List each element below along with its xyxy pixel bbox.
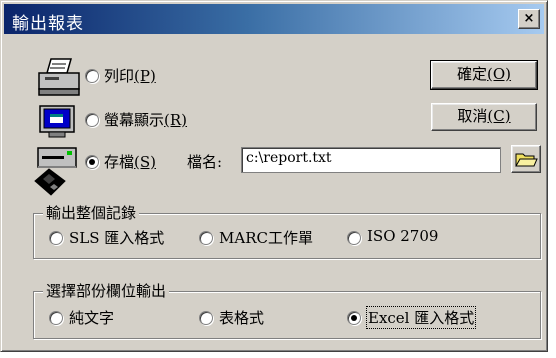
- excel-import-radio[interactable]: [347, 311, 361, 325]
- cancel-label: 取消: [457, 107, 488, 125]
- sls-import-radio[interactable]: [49, 231, 63, 245]
- save-hotkey: (S): [134, 153, 156, 171]
- browse-folder-button[interactable]: [511, 145, 541, 173]
- table-format-radio[interactable]: [199, 311, 213, 325]
- cancel-hotkey: (C): [487, 107, 511, 125]
- whole-record-group-title: 輸出整個記錄: [43, 202, 140, 223]
- floppy-icon: [34, 168, 66, 196]
- save-file-option-label[interactable]: 存檔(S): [104, 151, 156, 172]
- print-radio[interactable]: [85, 69, 99, 83]
- screen-hotkey: (R): [164, 111, 188, 129]
- folder-icon: [515, 153, 538, 167]
- marc-worksheet-radio[interactable]: [199, 231, 213, 245]
- iso-2709-label[interactable]: ISO 2709: [367, 227, 438, 245]
- print-label-text: 列印: [104, 67, 135, 85]
- export-report-dialog: 輸出報表 × 列印(P) 螢幕顯示(R) 存檔(S) 檔名: c:\report…: [0, 0, 548, 352]
- file-name-label: 檔名:: [187, 153, 223, 171]
- close-button[interactable]: ×: [518, 9, 540, 29]
- print-hotkey: (P): [134, 67, 156, 85]
- ok-button[interactable]: 確定(O): [430, 60, 538, 90]
- screen-display-option-label[interactable]: 螢幕顯示(R): [104, 109, 187, 130]
- title-bar: 輸出報表 ×: [4, 4, 544, 34]
- ok-label: 確定: [456, 65, 487, 83]
- printer-icon: [38, 58, 80, 96]
- marc-worksheet-label[interactable]: MARC工作單: [219, 227, 313, 248]
- excel-import-label[interactable]: Excel 匯入格式: [365, 306, 477, 329]
- save-label-text: 存檔: [104, 153, 135, 171]
- window-title: 輸出報表: [12, 14, 84, 34]
- save-file-radio[interactable]: [85, 155, 99, 169]
- plain-text-radio[interactable]: [49, 311, 63, 325]
- print-option-label[interactable]: 列印(P): [104, 65, 156, 86]
- cancel-button[interactable]: 取消(C): [431, 103, 537, 131]
- screen-display-radio[interactable]: [85, 113, 99, 127]
- disk-drive-icon: [37, 147, 77, 168]
- partial-fields-group-title: 選擇部份欄位輸出: [43, 280, 170, 301]
- monitor-icon: [39, 105, 75, 138]
- screen-label-text: 螢幕顯示: [104, 111, 165, 129]
- table-format-label[interactable]: 表格式: [219, 307, 264, 328]
- iso-2709-radio[interactable]: [347, 231, 361, 245]
- sls-import-label[interactable]: SLS 匯入格式: [69, 227, 164, 248]
- ok-hotkey: (O): [487, 65, 512, 83]
- plain-text-label[interactable]: 純文字: [69, 307, 114, 328]
- file-name-input[interactable]: c:\report.txt: [241, 147, 501, 173]
